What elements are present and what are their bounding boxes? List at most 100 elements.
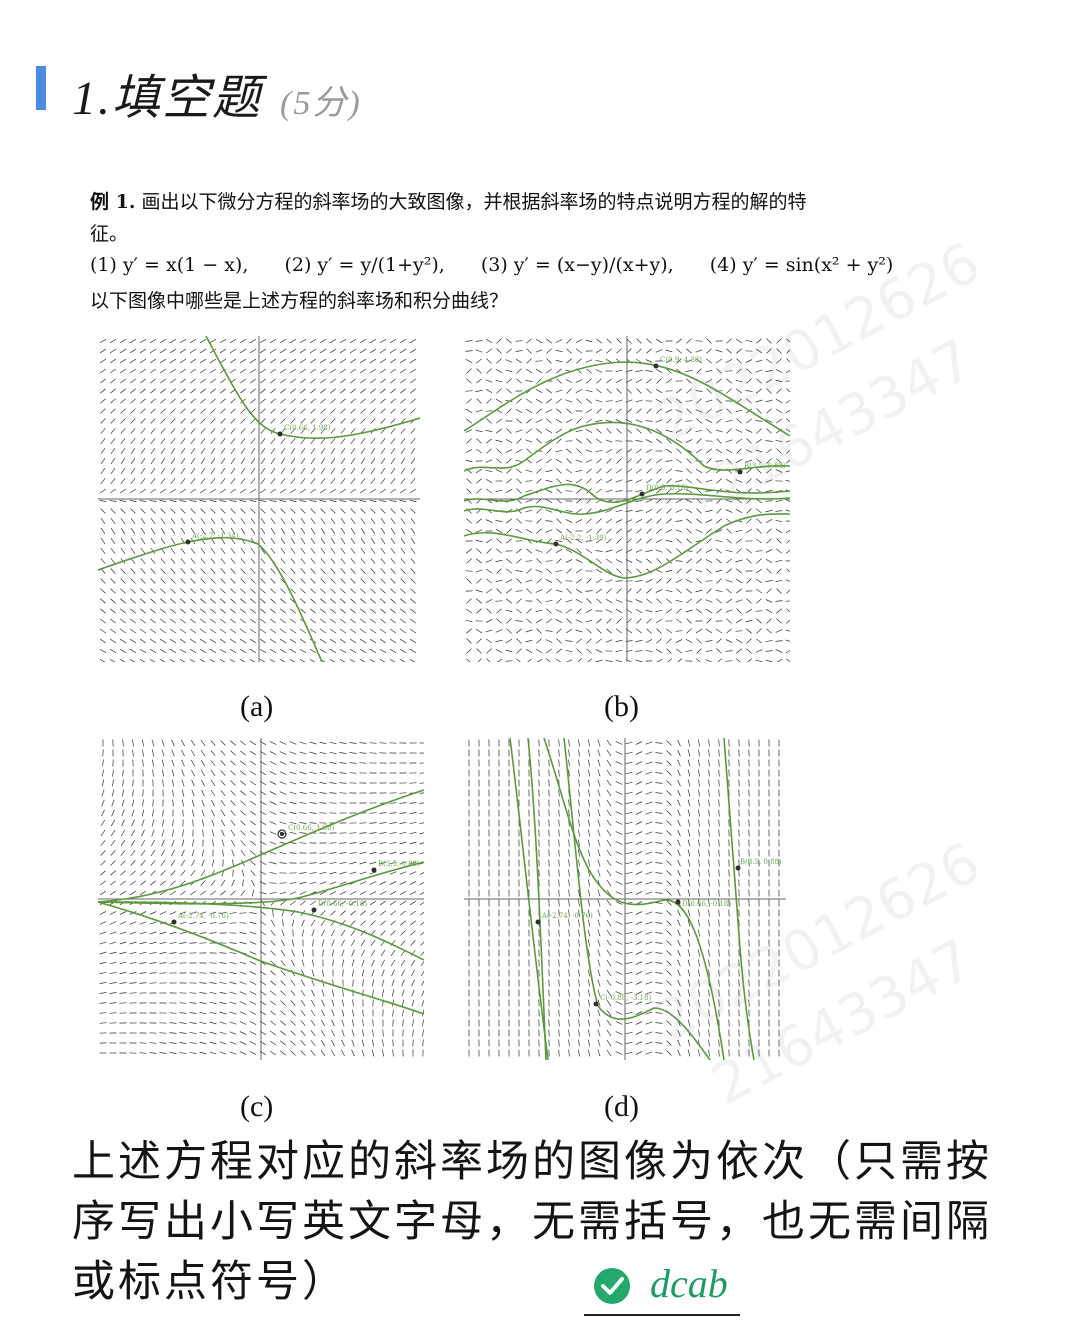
slope-segment bbox=[568, 899, 570, 907]
slope-segment bbox=[606, 769, 612, 777]
slope-segment bbox=[655, 882, 663, 884]
slope-segment bbox=[755, 550, 763, 552]
slope-segment bbox=[558, 879, 560, 887]
slope-segment bbox=[171, 749, 175, 757]
slope-segment bbox=[410, 608, 416, 614]
slope-segment bbox=[505, 568, 513, 574]
slope-segment bbox=[260, 418, 266, 424]
slope-segment bbox=[209, 921, 217, 925]
slope-segment bbox=[606, 759, 612, 767]
slope-segment bbox=[310, 527, 316, 535]
slope-segment bbox=[516, 598, 522, 604]
slope-segment bbox=[119, 658, 126, 662]
slope-segment bbox=[655, 589, 663, 593]
slope-segment bbox=[735, 379, 743, 383]
slope-segment bbox=[350, 388, 356, 394]
slope-segment bbox=[535, 360, 543, 362]
slope-segment bbox=[180, 467, 186, 475]
slope-segment bbox=[201, 819, 205, 827]
slope-segment bbox=[130, 398, 136, 404]
slope-segment bbox=[189, 1041, 197, 1045]
slope-segment bbox=[150, 467, 156, 475]
slope-segment bbox=[755, 438, 763, 444]
slope-segment bbox=[558, 849, 560, 857]
slope-segment bbox=[249, 951, 257, 955]
slope-segment bbox=[399, 338, 407, 344]
slope-segment bbox=[189, 942, 197, 944]
slope-segment bbox=[229, 628, 237, 634]
slope-segment bbox=[370, 517, 376, 525]
slope-segment bbox=[299, 751, 307, 755]
slope-segment bbox=[392, 1049, 394, 1057]
slope-segment bbox=[359, 832, 367, 834]
slope-segment bbox=[505, 348, 513, 354]
slope-segment bbox=[545, 579, 553, 583]
slope-segment bbox=[645, 370, 653, 372]
slope-segment bbox=[635, 639, 643, 643]
slope-segment bbox=[269, 618, 277, 624]
slope-segment bbox=[420, 951, 424, 956]
slope-segment bbox=[349, 648, 357, 654]
slope-segment bbox=[615, 1011, 623, 1015]
slope-segment bbox=[735, 338, 743, 344]
slope-segment bbox=[109, 961, 117, 965]
slope-segment bbox=[419, 792, 424, 794]
slope-segment bbox=[615, 871, 623, 875]
slope-segment bbox=[576, 418, 582, 424]
point-label: D(0.66, -0.18) bbox=[318, 900, 367, 908]
slope-segment bbox=[496, 458, 502, 464]
slope-segment bbox=[220, 437, 226, 445]
slope-segment bbox=[526, 618, 532, 624]
slope-segment bbox=[615, 751, 623, 755]
slope-segment bbox=[390, 949, 396, 957]
slope-segment bbox=[249, 912, 257, 914]
slope-segment bbox=[309, 791, 317, 795]
answer-field[interactable]: dcab bbox=[584, 1258, 740, 1316]
slope-segment bbox=[250, 598, 256, 604]
slope-segment bbox=[280, 598, 286, 604]
slope-segment bbox=[289, 811, 297, 815]
slope-segment bbox=[150, 457, 156, 465]
slope-segment bbox=[189, 1022, 197, 1024]
slope-segment bbox=[775, 369, 783, 373]
slope-segment bbox=[409, 910, 417, 916]
slope-segment bbox=[350, 517, 356, 525]
slope-segment bbox=[280, 900, 286, 906]
slope-segment bbox=[645, 931, 653, 935]
slope-segment bbox=[615, 801, 623, 805]
slope-segment bbox=[360, 547, 366, 555]
slope-segment bbox=[360, 588, 366, 594]
slope-segment bbox=[321, 929, 325, 937]
slope-segment bbox=[635, 931, 643, 935]
slope-segment bbox=[169, 628, 177, 634]
slope-segment bbox=[586, 468, 592, 474]
slope-segment bbox=[606, 819, 612, 827]
slope-segment bbox=[309, 771, 317, 775]
slope-segment bbox=[189, 648, 197, 654]
slope-segment bbox=[399, 368, 407, 374]
slope-segment bbox=[556, 648, 562, 654]
slope-segment bbox=[705, 358, 713, 364]
slope-segment bbox=[646, 338, 652, 344]
slope-segment bbox=[329, 741, 337, 745]
slope-segment bbox=[330, 398, 336, 404]
slope-segment bbox=[775, 439, 783, 443]
slope-segment bbox=[350, 408, 356, 414]
slope-segment bbox=[716, 598, 722, 604]
slope-segment bbox=[389, 618, 397, 624]
slope-segment bbox=[636, 528, 642, 534]
point-label: A(-2.74, -0.76) bbox=[177, 912, 229, 920]
slope-segment bbox=[149, 911, 157, 915]
slope-segment bbox=[180, 428, 186, 434]
slope-segment bbox=[159, 358, 167, 364]
slope-segment bbox=[677, 969, 681, 977]
slope-segment bbox=[289, 741, 297, 745]
slope-segment bbox=[381, 979, 385, 987]
slope-segment bbox=[636, 458, 642, 464]
slope-segment bbox=[180, 398, 186, 404]
slope-segment bbox=[270, 940, 276, 946]
slope-segment bbox=[170, 578, 176, 584]
slope-segment bbox=[130, 388, 136, 394]
slope-segment bbox=[410, 568, 416, 574]
slope-segment bbox=[290, 1020, 296, 1026]
